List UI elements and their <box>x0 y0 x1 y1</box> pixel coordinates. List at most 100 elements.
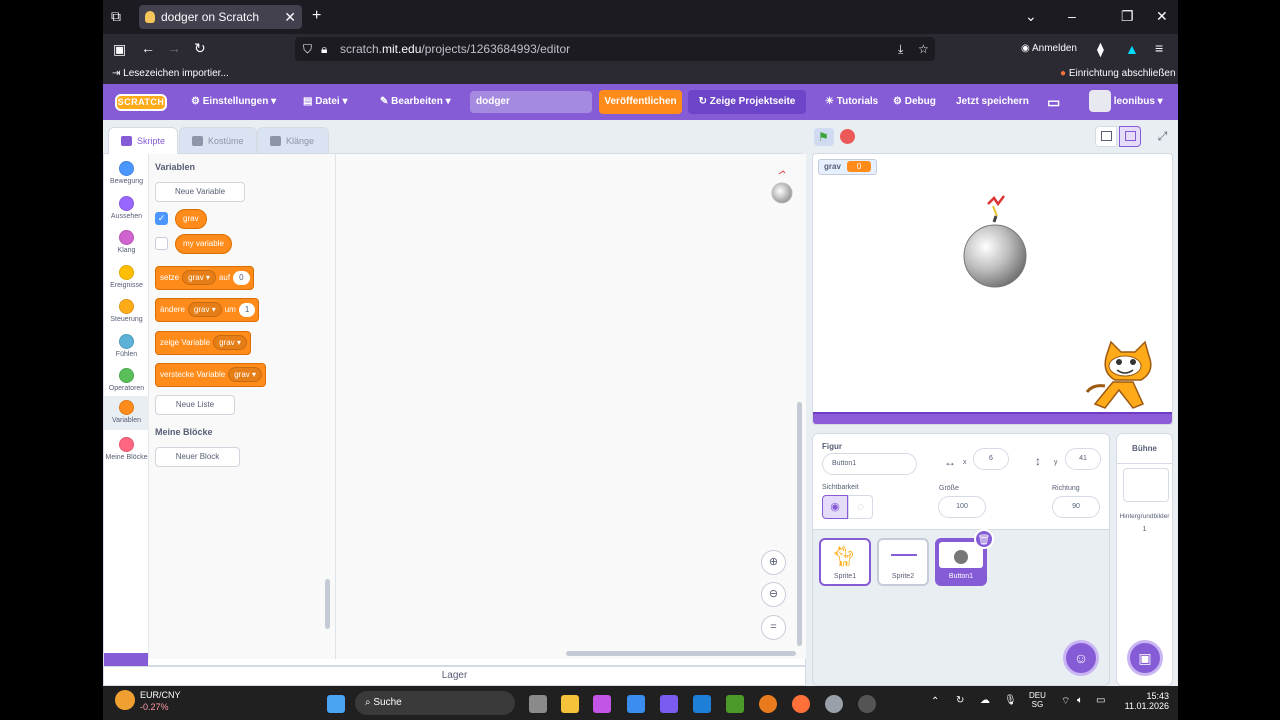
tab-costumes[interactable]: Kostüme <box>179 127 257 154</box>
grav-checkbox[interactable]: ✓ <box>155 212 168 225</box>
minimize-icon[interactable]: – <box>1068 8 1076 24</box>
normal-stage-button[interactable] <box>1119 126 1141 147</box>
my-variable-reporter[interactable]: my variable <box>175 234 232 254</box>
tray-chevron-icon[interactable]: ⌃ <box>931 696 939 707</box>
restore-icon[interactable]: ❐ <box>1121 8 1134 25</box>
y-input[interactable]: 41 <box>1065 448 1101 470</box>
small-stage-button[interactable] <box>1095 126 1117 147</box>
extension-badge-icon[interactable]: ▲ <box>1125 41 1139 57</box>
wifi-icon[interactable]: ⌔ <box>1061 695 1070 708</box>
variable-dropdown[interactable]: grav ▾ <box>213 335 247 350</box>
publish-button[interactable]: Veröffentlichen <box>599 90 682 114</box>
value-input[interactable]: 1 <box>238 303 256 317</box>
green-flag-button[interactable]: ⚑ <box>814 128 834 146</box>
category-sound[interactable]: Klang <box>104 226 149 260</box>
back-icon[interactable]: ← <box>141 40 155 56</box>
firefox-taskbar-icon[interactable] <box>792 695 810 713</box>
folder-icon[interactable]: ▭ <box>1047 84 1060 120</box>
variable-dropdown[interactable]: grav ▾ <box>187 302 222 317</box>
category-sensing[interactable]: Fühlen <box>104 330 149 364</box>
windows-start-icon[interactable] <box>327 695 345 713</box>
zoom-out-button[interactable]: ⊖ <box>761 582 786 607</box>
save-now-button[interactable]: Jetzt speichern <box>956 84 1029 120</box>
store-icon[interactable] <box>627 695 645 713</box>
code-area[interactable]: ⊕ ⊖ = <box>336 154 806 659</box>
stock-widget-icon[interactable] <box>115 690 135 710</box>
browser-tab[interactable]: dodger on Scratch ✕ <box>139 5 302 29</box>
minecraft-icon[interactable] <box>726 695 744 713</box>
save-to-pocket-icon[interactable]: ⤓ <box>898 37 903 61</box>
show-variable-block[interactable]: zeige Variable grav ▾ <box>155 331 251 355</box>
task-view-icon[interactable] <box>529 695 547 713</box>
category-events[interactable]: Ereignisse <box>104 261 149 295</box>
value-input[interactable]: 0 <box>233 271 250 285</box>
new-tab-icon[interactable]: + <box>312 7 321 25</box>
change-variable-block[interactable]: ändere grav ▾ um 1 <box>155 298 260 322</box>
sidebar-icon[interactable]: ▣ <box>113 41 126 58</box>
zoom-in-button[interactable]: ⊕ <box>761 550 786 575</box>
vertical-scrollbar[interactable] <box>797 402 802 646</box>
variable-dropdown[interactable]: grav ▾ <box>228 367 263 382</box>
project-title-input[interactable]: dodger <box>470 91 592 113</box>
stage-selector[interactable]: Bühne Hintergrundbilder 1 ▣ <box>1116 433 1173 686</box>
new-variable-button[interactable]: Neue Variable <box>155 182 245 202</box>
file-explorer-icon[interactable] <box>561 695 579 713</box>
zoom-reset-button[interactable]: = <box>761 615 786 640</box>
show-sprite-button[interactable]: ◉ <box>822 495 848 519</box>
battery-icon[interactable]: ▭ <box>1096 695 1105 706</box>
backdrop-thumbnail[interactable] <box>1123 468 1169 502</box>
reload-icon[interactable]: ↻ <box>194 40 206 57</box>
size-input[interactable]: 100 <box>938 496 986 518</box>
variable-monitor[interactable]: grav 0 <box>818 159 878 175</box>
forward-icon[interactable]: → <box>167 40 181 56</box>
category-motion[interactable]: Bewegung <box>104 157 149 191</box>
choose-backdrop-button[interactable]: ▣ <box>1127 640 1163 676</box>
url-bar[interactable]: ⛉ 🔒︎ scratch.mit.edu/projects/1263684993… <box>295 37 935 61</box>
horizontal-scrollbar[interactable] <box>566 651 796 656</box>
close-window-icon[interactable]: ✕ <box>1156 8 1168 25</box>
lock-icon[interactable]: 🔒︎ <box>321 37 327 61</box>
star-icon[interactable]: ☆ <box>918 37 929 61</box>
edit-menu[interactable]: ✎ Bearbeiten ▾ <box>380 84 451 120</box>
account-button[interactable]: ◉ Anmelden <box>1021 39 1077 59</box>
hide-sprite-button[interactable]: ◌ <box>848 495 873 519</box>
bookmark-import-link[interactable]: ⇥ Lesezeichen importier... <box>112 64 229 84</box>
palette-scrollbar[interactable] <box>325 579 330 629</box>
cloud-icon[interactable]: ☁ <box>980 695 990 706</box>
backpack-bar[interactable]: Lager <box>103 666 806 686</box>
file-menu[interactable]: ▤ Datei ▾ <box>303 84 348 120</box>
grav-reporter[interactable]: grav <box>175 209 207 229</box>
shield-icon[interactable]: ⛉ <box>303 37 312 61</box>
clock[interactable]: 15:43 11.01.2026 <box>1121 691 1169 711</box>
debug-menu[interactable]: ⚙ Debug <box>893 84 936 120</box>
office-icon[interactable] <box>660 695 678 713</box>
new-list-button[interactable]: Neue Liste <box>155 395 235 415</box>
my-variable-checkbox[interactable] <box>155 237 168 250</box>
fullscreen-button[interactable]: ⤢ <box>1152 126 1173 147</box>
language-indicator[interactable]: DEU SG <box>1029 691 1046 709</box>
stop-button[interactable] <box>840 129 855 144</box>
chevron-down-icon[interactable]: ⌄ <box>1025 8 1037 25</box>
scratch-logo[interactable]: SCRATCH <box>115 94 167 111</box>
sync-icon[interactable]: ↻ <box>956 695 964 706</box>
sprite-name-input[interactable]: Button1 <box>822 453 917 475</box>
finish-setup-link[interactable]: ● Einrichtung abschließen <box>1060 64 1176 84</box>
category-looks[interactable]: Aussehen <box>104 192 149 226</box>
category-my-blocks[interactable]: Meine Blöcke <box>104 433 149 473</box>
direction-input[interactable]: 90 <box>1052 496 1100 518</box>
microphone-icon[interactable]: 🎙︎ <box>1004 695 1017 706</box>
close-tab-icon[interactable]: ✕ <box>284 5 296 29</box>
app-icon[interactable] <box>858 695 876 713</box>
volume-icon[interactable]: 🔈︎ <box>1077 695 1083 706</box>
delete-sprite-button[interactable]: 🗑︎ <box>974 529 994 549</box>
variable-dropdown[interactable]: grav ▾ <box>182 270 216 285</box>
tutorials-menu[interactable]: ☀ Tutorials <box>825 84 878 120</box>
blender-icon[interactable] <box>759 695 777 713</box>
category-variables[interactable]: Variablen <box>104 396 149 430</box>
tab-list-icon[interactable]: ⧉ <box>111 8 121 25</box>
tab-code[interactable]: Skripte <box>108 127 178 154</box>
account-menu[interactable]: leonibus ▾ <box>1089 84 1163 120</box>
tab-sounds[interactable]: Klänge <box>257 127 329 154</box>
new-block-button[interactable]: Neuer Block <box>155 447 240 467</box>
taskbar-search[interactable]: ⌕ Suche <box>355 691 515 715</box>
